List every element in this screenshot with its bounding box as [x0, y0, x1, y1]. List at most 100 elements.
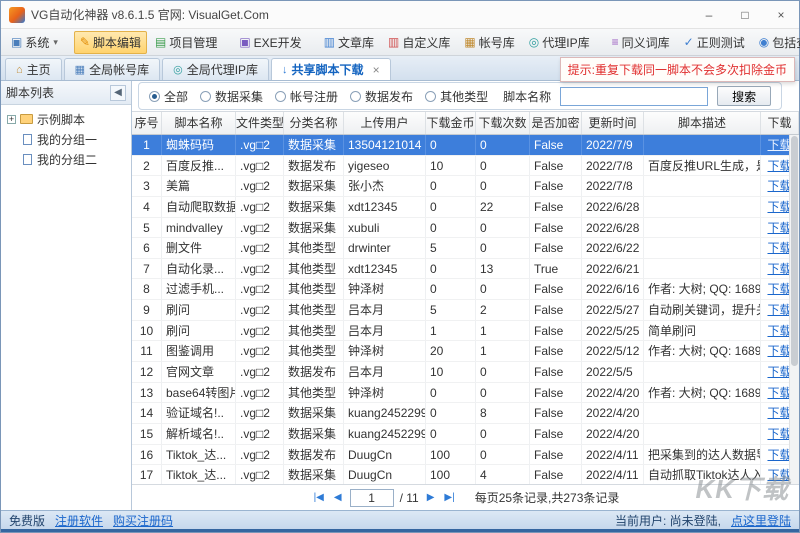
- home-icon: ⌂: [16, 64, 23, 76]
- cell-desc: [644, 176, 761, 196]
- download-link[interactable]: 下载: [767, 282, 791, 296]
- download-link[interactable]: 下载: [767, 138, 791, 152]
- toolbar-button-account-lib[interactable]: ▦帐号库: [458, 31, 520, 54]
- category-radio-option[interactable]: 数据发布: [350, 88, 413, 105]
- download-link[interactable]: 下载: [767, 468, 791, 482]
- toolbar-button-exe-dev[interactable]: ▣EXE开发: [233, 31, 307, 54]
- close-button[interactable]: ×: [763, 1, 799, 28]
- table-row[interactable]: 11图鉴调用.vg□2其他类型钟泽树201False2022/5/12作者: 大…: [132, 341, 799, 362]
- download-link[interactable]: 下载: [767, 406, 791, 420]
- last-page-button[interactable]: ▶|: [442, 492, 456, 503]
- toolbar-button-project-manage[interactable]: ▤项目管理: [149, 31, 223, 54]
- table-row[interactable]: 7自动化录....vg□2其他类型xdt12345013True2022/6/2…: [132, 259, 799, 280]
- category-radio-option[interactable]: 其他类型: [425, 88, 488, 105]
- table-row[interactable]: 2百度反推....vg□2数据发布yigeseo100False2022/7/8…: [132, 156, 799, 177]
- table-row[interactable]: 14验证域名!...vg□2数据采集kuang245229908False202…: [132, 403, 799, 424]
- scrollbar-thumb[interactable]: [791, 136, 798, 366]
- tab-global-proxy-ip-lib[interactable]: ◎全局代理IP库: [162, 58, 269, 80]
- table-row[interactable]: 16Tiktok_达....vg□2数据发布DuugCn1000False202…: [132, 445, 799, 466]
- toolbar-button-contains-search[interactable]: ◉包括查找: [753, 31, 800, 54]
- column-header[interactable]: 上传用户: [344, 112, 426, 134]
- sidebar-item[interactable]: +示例脚本: [1, 109, 131, 129]
- page-icon: [23, 154, 32, 165]
- table-row[interactable]: 3美篇.vg□2数据采集张小杰00False2022/7/8下载: [132, 176, 799, 197]
- table-row[interactable]: 15解析域名!...vg□2数据采集kuang245229900False202…: [132, 424, 799, 445]
- column-header[interactable]: 分类名称: [284, 112, 344, 134]
- table-row[interactable]: 8过滤手机....vg□2其他类型钟泽树00False2022/6/16作者: …: [132, 279, 799, 300]
- toolbar-button-script-edit[interactable]: ✎脚本编辑: [74, 31, 147, 54]
- radio-icon[interactable]: [350, 91, 361, 102]
- table-row[interactable]: 4自动爬取数据.vg□2数据采集xdt12345022False2022/6/2…: [132, 197, 799, 218]
- column-header[interactable]: 脚本名称: [162, 112, 236, 134]
- cell-coins: 5: [426, 238, 476, 258]
- login-link[interactable]: 点这里登陆: [731, 512, 791, 529]
- download-link[interactable]: 下载: [767, 386, 791, 400]
- sidebar-item[interactable]: 我的分组一: [1, 129, 131, 149]
- download-link[interactable]: 下载: [767, 324, 791, 338]
- toolbar-button-regex-test[interactable]: ✓正则测试: [678, 31, 751, 54]
- download-link[interactable]: 下载: [767, 344, 791, 358]
- tree-expander-icon[interactable]: +: [7, 115, 16, 124]
- column-header[interactable]: 脚本描述: [644, 112, 761, 134]
- category-radio-option[interactable]: 帐号注册: [275, 88, 338, 105]
- download-link[interactable]: 下载: [767, 221, 791, 235]
- tab-shared-script-download[interactable]: ↓共享脚本下载×: [271, 58, 391, 80]
- download-link[interactable]: 下载: [767, 427, 791, 441]
- table-row[interactable]: 17Tiktok_达....vg□2数据采集DuugCn1004False202…: [132, 465, 799, 484]
- tab-label: 共享脚本下载: [292, 61, 364, 78]
- table-row[interactable]: 10刷问.vg□2其他类型吕本月11False2022/5/25简单刷问下载: [132, 321, 799, 342]
- toolbar-button-custom-lib[interactable]: ▥自定义库: [382, 31, 456, 54]
- register-software-link[interactable]: 注册软件: [55, 512, 103, 529]
- column-header[interactable]: 下载: [761, 112, 799, 134]
- table-row[interactable]: 1蜘蛛码码.vg□2数据采集1350412101400False2022/7/9…: [132, 135, 799, 156]
- table-row[interactable]: 6删文件.vg□2其他类型drwinter50False2022/6/22下载: [132, 238, 799, 259]
- toolbar-button-proxy-ip-lib[interactable]: ◎代理IP库: [523, 31, 596, 54]
- first-page-button[interactable]: |◀: [312, 492, 326, 503]
- cell-user: DuugCn: [344, 445, 426, 465]
- download-link[interactable]: 下载: [767, 200, 791, 214]
- table-row[interactable]: 9刷问.vg□2其他类型吕本月52False2022/5/27自动刷关键词，提升…: [132, 300, 799, 321]
- collapse-sidebar-button[interactable]: ◀: [110, 85, 126, 101]
- script-name-input[interactable]: [560, 87, 708, 106]
- vertical-scrollbar[interactable]: [789, 135, 799, 484]
- table-row[interactable]: 13base64转图片.vg□2其他类型钟泽树00False2022/4/20作…: [132, 383, 799, 404]
- column-header[interactable]: 下载次数: [476, 112, 530, 134]
- table-row[interactable]: 5mindvalley.vg□2数据采集xubuli00False2022/6/…: [132, 218, 799, 239]
- radio-icon[interactable]: [200, 91, 211, 102]
- minimize-button[interactable]: –: [691, 1, 727, 28]
- toolbar-button-synonym-lib[interactable]: ≡同义词库: [606, 31, 676, 54]
- download-link[interactable]: 下载: [767, 365, 791, 379]
- maximize-button[interactable]: □: [727, 1, 763, 28]
- table-row[interactable]: 12官网文章.vg□2数据发布吕本月100False2022/5/5下载: [132, 362, 799, 383]
- download-link[interactable]: 下载: [767, 303, 791, 317]
- page-number-input[interactable]: 1: [350, 489, 394, 507]
- cell-category: 数据采集: [284, 465, 344, 484]
- next-page-button[interactable]: ▶: [425, 492, 437, 503]
- download-link[interactable]: 下载: [767, 241, 791, 255]
- buy-license-link[interactable]: 购买注册码: [113, 512, 173, 529]
- radio-icon[interactable]: [149, 91, 160, 102]
- toolbar-button-system[interactable]: ▣系统▾: [5, 31, 64, 54]
- column-header[interactable]: 是否加密: [530, 112, 582, 134]
- radio-icon[interactable]: [425, 91, 436, 102]
- category-radio-option[interactable]: 数据采集: [200, 88, 263, 105]
- search-button[interactable]: 搜索: [717, 86, 771, 106]
- column-header[interactable]: 序号: [132, 112, 162, 134]
- download-link[interactable]: 下载: [767, 448, 791, 462]
- download-link[interactable]: 下载: [767, 262, 791, 276]
- prev-page-button[interactable]: ◀: [332, 492, 344, 503]
- category-radio-checked[interactable]: 全部: [149, 88, 188, 105]
- radio-icon[interactable]: [275, 91, 286, 102]
- toolbar-button-article-lib[interactable]: ▥文章库: [318, 31, 380, 54]
- tab-global-account-lib[interactable]: ▦全局帐号库: [64, 58, 160, 80]
- tab-home[interactable]: ⌂主页: [5, 58, 62, 80]
- column-header[interactable]: 更新时间: [582, 112, 644, 134]
- cell-category: 数据采集: [284, 197, 344, 217]
- column-header[interactable]: 文件类型: [236, 112, 284, 134]
- close-tab-icon[interactable]: ×: [373, 63, 380, 77]
- column-header[interactable]: 下载金币: [426, 112, 476, 134]
- sidebar-item[interactable]: 我的分组二: [1, 149, 131, 169]
- window-controls: – □ ×: [691, 1, 799, 28]
- download-link[interactable]: 下载: [767, 159, 791, 173]
- download-link[interactable]: 下载: [767, 179, 791, 193]
